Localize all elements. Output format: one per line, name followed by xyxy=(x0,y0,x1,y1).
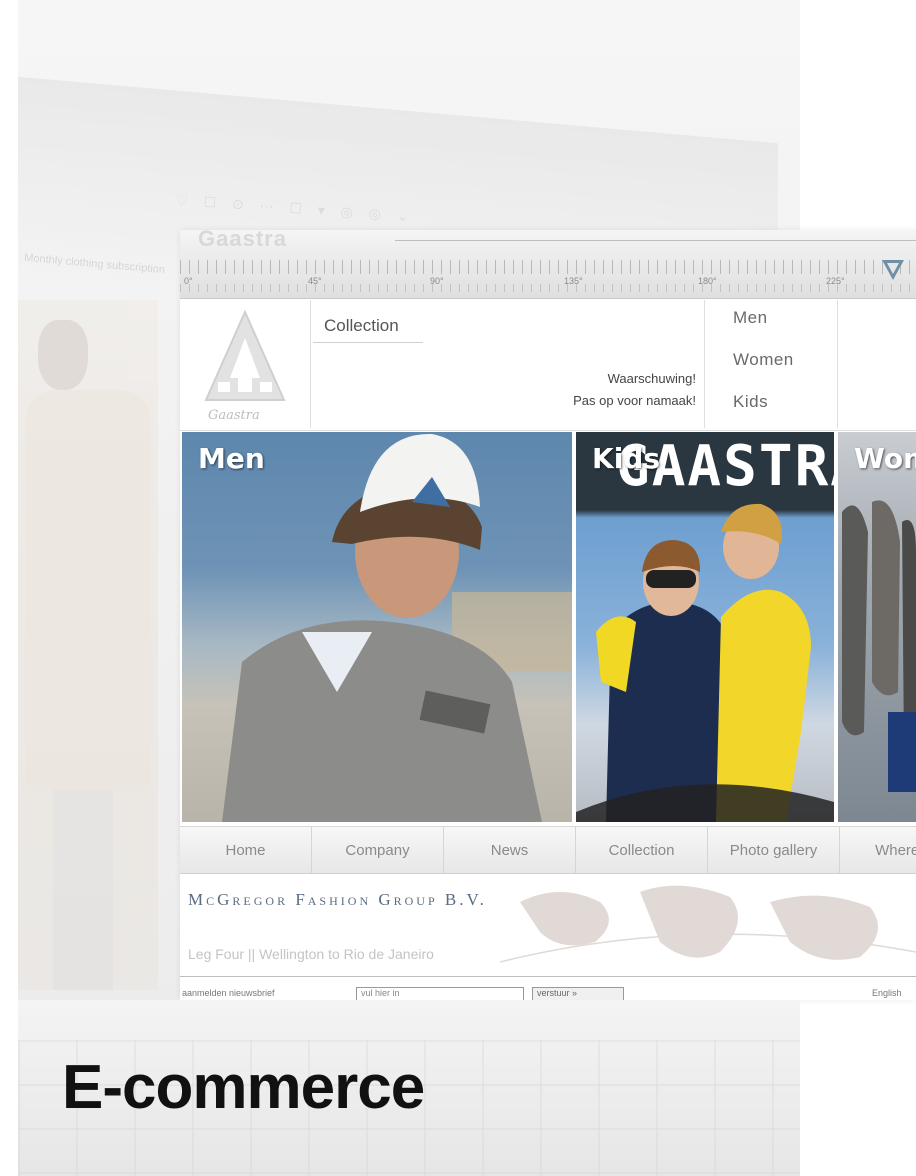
nav-news[interactable]: News xyxy=(444,827,576,873)
nav-company[interactable]: Company xyxy=(312,827,444,873)
kids-with-binoculars-image xyxy=(576,503,834,822)
kids-photo-label: Kids xyxy=(592,442,661,475)
newsletter-label: aanmelden nieuwsbrief xyxy=(182,988,275,998)
category-menu: Men Women Kids xyxy=(704,300,838,428)
world-map-graphic xyxy=(500,885,916,963)
ruler-label: 0° xyxy=(184,276,193,286)
website-screenshot: Gaastra 0° 45° 90° 135° 180° 225° Gaastr… xyxy=(180,230,916,1000)
newsletter-submit-button[interactable]: verstuur » xyxy=(532,987,624,1000)
category-kids-link[interactable]: Kids xyxy=(733,392,768,412)
man-in-cap-image xyxy=(222,433,572,822)
women-category-photo[interactable]: Women xyxy=(838,432,916,822)
language-link[interactable]: English xyxy=(872,988,902,998)
footer-bar: aanmelden nieuwsbrief vul hier in verstu… xyxy=(180,982,916,1000)
men-category-photo[interactable]: Men xyxy=(182,432,572,822)
faded-model-photo xyxy=(18,300,158,990)
nav-home[interactable]: Home xyxy=(180,827,312,873)
compass-ruler: 0° 45° 90° 135° 180° 225° xyxy=(180,254,916,299)
kids-category-photo[interactable]: GAASTRA Kids xyxy=(576,432,834,822)
women-photo-label: Women xyxy=(854,442,916,475)
nav-collection[interactable]: Collection xyxy=(576,827,708,873)
men-photo-label: Men xyxy=(198,442,265,475)
logo-wordmark: Gaastra xyxy=(208,408,260,423)
women-accessories-image xyxy=(842,500,916,792)
ruler-label: 90° xyxy=(430,276,444,286)
nav-where-to-buy[interactable]: Where to xyxy=(840,827,916,873)
ruler-label: 225° xyxy=(826,276,845,286)
category-women-link[interactable]: Women xyxy=(733,350,794,370)
faded-brand-logo: Gaastra xyxy=(198,230,287,251)
ruler-label: 180° xyxy=(698,276,717,286)
site-header: Gaastra Collection Waarschuwing! Pas op … xyxy=(180,300,916,431)
ruler-label: 135° xyxy=(564,276,583,286)
race-leg-text: Leg Four || Wellington to Rio de Janeiro xyxy=(188,946,434,962)
newsletter-email-input[interactable]: vul hier in xyxy=(356,987,524,1000)
category-photo-strip: Men GAASTRA Kids xyxy=(182,432,916,822)
company-group-name: McGregor Fashion Group B.V. xyxy=(188,890,487,909)
page-heading: E-commerce xyxy=(62,1053,425,1122)
ruler-label: 45° xyxy=(308,276,322,286)
counterfeit-warning: Waarschuwing! Pas op voor namaak! xyxy=(573,371,696,408)
nav-photo-gallery[interactable]: Photo gallery xyxy=(708,827,840,873)
main-navigation: Home Company News Collection Photo galle… xyxy=(180,826,916,874)
compass-indicator-icon[interactable] xyxy=(882,260,904,280)
browser-strip: Gaastra xyxy=(180,230,916,254)
gaastra-logo[interactable]: Gaastra xyxy=(180,300,311,428)
collection-title[interactable]: Collection xyxy=(324,316,399,336)
category-men-link[interactable]: Men xyxy=(733,308,768,328)
gaastra-emblem-icon xyxy=(204,309,286,401)
